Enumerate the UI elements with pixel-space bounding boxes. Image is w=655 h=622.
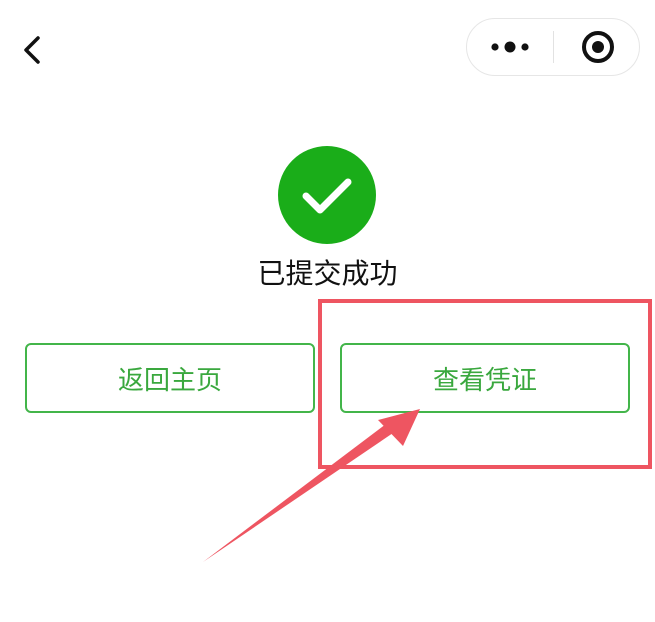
check-circle-icon bbox=[278, 146, 376, 244]
view-voucher-label: 查看凭证 bbox=[432, 365, 537, 396]
mini-program-capsule bbox=[466, 18, 640, 76]
back-button[interactable] bbox=[14, 30, 50, 70]
return-home-button[interactable]: 返回主页 bbox=[25, 343, 315, 413]
more-button[interactable] bbox=[467, 19, 553, 75]
annotation-arrow bbox=[203, 409, 420, 562]
more-dots-icon bbox=[491, 41, 529, 53]
return-home-label: 返回主页 bbox=[117, 365, 222, 396]
target-circle-icon bbox=[582, 31, 614, 63]
chevron-left-icon bbox=[24, 36, 40, 64]
status-text: 已提交成功 bbox=[257, 257, 398, 290]
close-button[interactable] bbox=[554, 19, 640, 75]
view-voucher-button[interactable]: 查看凭证 bbox=[340, 343, 630, 413]
